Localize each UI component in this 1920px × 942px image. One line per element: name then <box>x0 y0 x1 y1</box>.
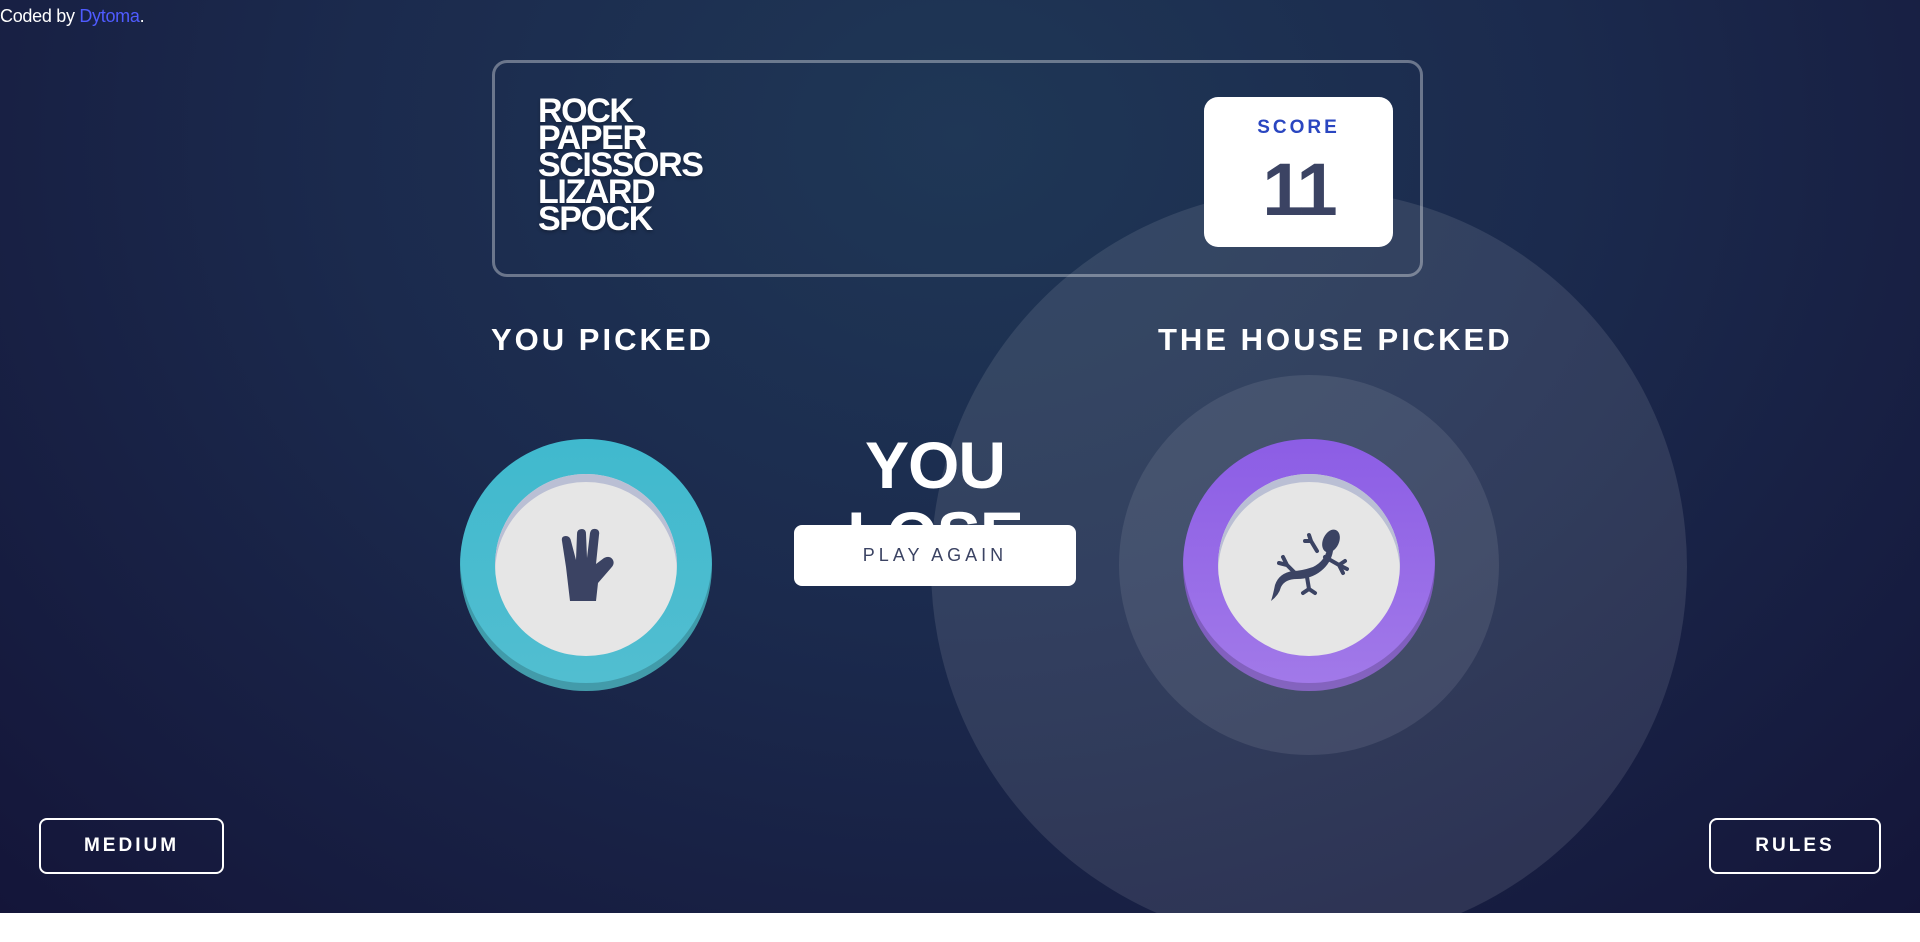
attribution-prefix: Coded by <box>0 6 80 26</box>
score-label: SCORE <box>1257 117 1340 138</box>
user-pick-token-spock <box>460 439 712 691</box>
house-pick-token-lizard <box>1183 439 1435 691</box>
rules-button[interactable]: RULES <box>1709 818 1881 874</box>
attribution: Coded by Dytoma. <box>0 6 145 27</box>
game-stage: Coded by Dytoma. ROCK PAPER SCISSORS LIZ… <box>0 0 1920 913</box>
game-title: ROCK PAPER SCISSORS LIZARD SPOCK <box>538 94 704 238</box>
lizard-icon <box>1271 529 1349 601</box>
title-line-spock: SPOCK <box>538 200 653 238</box>
scoreboard-header: ROCK PAPER SCISSORS LIZARD SPOCK SCORE 1… <box>492 60 1423 277</box>
spock-hand-icon <box>561 528 614 601</box>
user-picked-label: YOU PICKED <box>491 322 714 357</box>
score-value: 11 <box>1262 148 1337 231</box>
house-picked-label: THE HOUSE PICKED <box>1158 322 1513 357</box>
author-link[interactable]: Dytoma <box>79 6 140 26</box>
play-again-button[interactable]: PLAY AGAIN <box>794 525 1076 586</box>
difficulty-button[interactable]: MEDIUM <box>39 818 224 874</box>
score-card: SCORE 11 <box>1204 97 1393 247</box>
house-pick-token-face <box>1218 474 1400 656</box>
attribution-suffix: . <box>139 6 145 26</box>
user-pick-token-face <box>495 474 677 656</box>
